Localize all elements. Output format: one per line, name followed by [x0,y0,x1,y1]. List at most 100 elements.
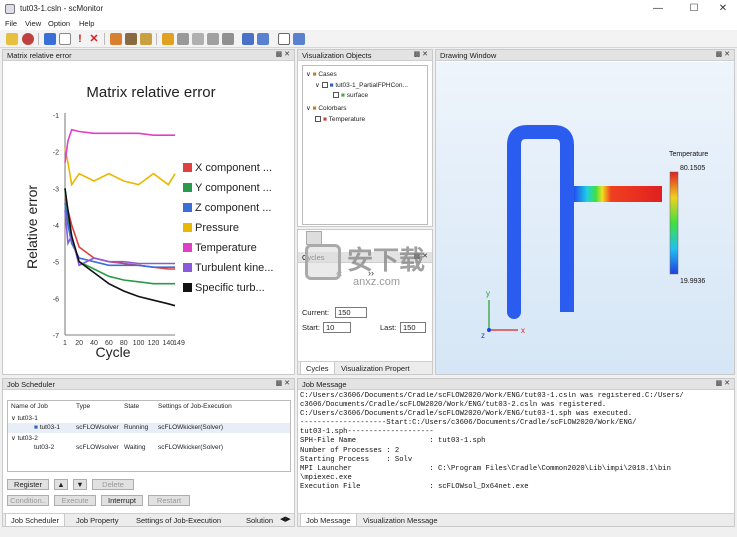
close-button[interactable]: ✕ [709,1,737,17]
table-cell-state: Waiting [124,444,146,451]
print-icon[interactable] [222,33,234,45]
move-up-button[interactable]: ▲ [54,479,68,490]
legend-swatch [183,283,192,292]
checkbox-icon[interactable] [333,92,339,98]
drawing-canvas[interactable]: Temperature 80.1505 19.9936 y x z [436,62,734,374]
record-icon[interactable] [22,33,34,45]
tab-solution[interactable]: Solution [241,514,278,527]
tab-visualization-property[interactable]: Visualization Propert [336,362,415,375]
checkbox-icon[interactable] [321,82,328,88]
menu-bar: File View Option Help [0,18,737,30]
current-cycle-input[interactable]: 150 [335,307,367,318]
tree-item-temperature[interactable]: ■ Temperature [315,116,365,123]
new-page-icon[interactable] [59,33,71,45]
delete-button[interactable]: Delete [92,479,134,490]
col-settings[interactable]: Settings of Job-Execution [158,403,232,410]
tab-scroll-icon[interactable]: ◀▶ [280,515,291,523]
checkbox-icon[interactable] [315,116,321,122]
legend-swatch [183,223,192,232]
condition-button[interactable]: Condition.. [7,495,49,506]
plane-icon[interactable] [177,33,189,45]
monitor-icon[interactable] [293,33,305,45]
log-line: C:/Users/c3606/Documents/Cradle/scFLOW20… [300,392,684,400]
x-tick-label: 100 [133,340,145,347]
cycles-tabs: Cycles Visualization Propert [298,361,432,375]
legend-swatch [183,163,192,172]
last-cycle-input[interactable]: 150 [400,322,426,333]
move-down-button[interactable]: ▼ [73,479,87,490]
panel-controls[interactable]: ▩ ✕ [276,50,290,58]
y-tick-label: -1 [53,113,59,120]
tools-icon[interactable] [125,33,137,45]
col-state[interactable]: State [124,403,139,410]
job-message-panel: Job Message ▩ ✕ C:/Users/c3606/Documents… [297,378,735,527]
cube-icon[interactable] [207,33,219,45]
job-scheduler-panel: Job Scheduler ▩ ✕ Name of Job Type State… [2,378,295,527]
delete-icon[interactable]: ✕ [88,33,100,45]
flag-icon[interactable] [140,33,152,45]
legend-swatch [183,203,192,212]
alert-icon[interactable]: ! [74,33,86,45]
window-icon[interactable] [278,33,290,45]
lock-icon[interactable] [162,33,174,45]
drawing-header: Drawing Window [436,50,734,61]
panel-controls[interactable]: ▩ ✕ [276,379,290,387]
restart-button[interactable]: Restart [148,495,190,506]
series-line [64,128,175,163]
glasses-icon[interactable] [242,33,254,45]
case-icon: ■ [329,82,334,89]
tab-job-message[interactable]: Job Message [300,514,357,527]
table-row[interactable]: ∨ tut03-1 [11,414,38,422]
layer-icon[interactable] [192,33,204,45]
job-message-tabs: Job Message Visualization Message [298,513,734,527]
table-row[interactable]: ■ tut03-1 [34,424,60,431]
menu-help[interactable]: Help [79,19,94,28]
chart-icon[interactable] [257,33,269,45]
tab-visualization-message[interactable]: Visualization Message [358,514,443,527]
register-button[interactable]: Register [7,479,49,490]
save-icon[interactable] [44,33,56,45]
tab-cycles[interactable]: Cycles [300,362,335,375]
menu-option[interactable]: Option [48,19,70,28]
menu-view[interactable]: View [25,19,41,28]
start-cycle-input[interactable]: 10 [323,322,351,333]
tree-item-case[interactable]: ∨ ■ tut03-1_PartialFPHCon... [315,81,408,89]
y-tick-label: -3 [53,186,59,193]
tab-job-property[interactable]: Job Property [71,514,124,527]
tree-item-colorbars[interactable]: ∨ ■ Colorbars [306,104,347,112]
minimize-button[interactable]: — [644,1,672,17]
y-tick-label: -6 [53,296,59,303]
table-cell-type: scFLOWsolver [76,444,119,451]
panel-controls[interactable]: ▩ ✕ [716,379,730,387]
message-log[interactable]: C:/Users/c3606/Documents/Cradle/scFLOW20… [300,392,732,511]
table-row[interactable]: ∨ tut03-2 [11,434,38,442]
tab-job-scheduler[interactable]: Job Scheduler [5,514,65,527]
col-name[interactable]: Name of Job [11,403,48,410]
x-tick-label: 80 [120,340,128,347]
y-tick-label: -7 [53,333,59,340]
chart-ylabel: Relative error [24,185,40,269]
tree-item-cases[interactable]: ∨ ■ Cases [306,70,337,78]
x-tick-label: 149 [173,340,185,347]
window-title: tut03-1.csln - scMonitor [20,4,104,13]
drawing-panel: Drawing Window ▩ ✕ Temperature 80.1505 1… [435,49,735,375]
panel-controls[interactable]: ▩ ✕ [414,50,428,58]
log-line: c3606/Documents/Cradle/scFLOW2020/Work/E… [300,401,607,410]
tab-settings-job-execution[interactable]: Settings of Job-Execution [131,514,226,527]
col-type[interactable]: Type [76,403,90,410]
table-row[interactable]: tut03-2 [34,444,54,451]
user-icon[interactable] [110,33,122,45]
watermark-logo-icon [305,244,341,280]
menu-file[interactable]: File [5,19,17,28]
tree-item-surface[interactable]: ■ surface [333,92,368,99]
job-icon: ■ [34,424,38,431]
series-line [64,188,175,285]
interrupt-button[interactable]: Interrupt [101,495,143,506]
watermark: 安下载 anxz.com [305,238,425,298]
panel-controls[interactable]: ▩ ✕ [716,50,730,58]
execute-button[interactable]: Execute [54,495,96,506]
table-cell-settings: scFLOWkicker(Solver) [158,424,224,431]
series-line [64,202,175,268]
maximize-button[interactable]: ☐ [680,1,708,17]
open-folder-icon[interactable] [6,33,18,45]
